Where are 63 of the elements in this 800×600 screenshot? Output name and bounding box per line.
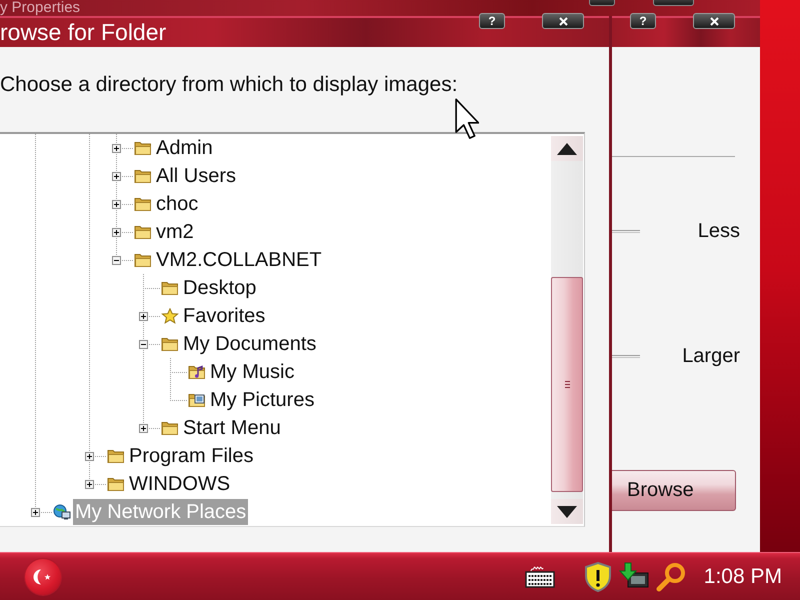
- expand-toggle[interactable]: [139, 340, 148, 348]
- tree-item[interactable]: Admin: [154, 135, 215, 161]
- tree-item[interactable]: choc: [154, 191, 200, 217]
- scroll-up-button[interactable]: [551, 136, 583, 161]
- close-button[interactable]: [693, 13, 735, 29]
- help-button[interactable]: ?: [479, 13, 505, 29]
- prompt-text: Choose a directory from which to display images:: [0, 73, 458, 97]
- expand-toggle[interactable]: [112, 200, 121, 208]
- expand-toggle[interactable]: [139, 424, 148, 432]
- folder-icon: [134, 224, 152, 240]
- search-icon[interactable]: [654, 560, 687, 592]
- tree-item[interactable]: WINDOWS: [127, 471, 232, 497]
- folder-icon: [134, 252, 152, 268]
- picture-folder-icon: [188, 392, 206, 408]
- close-icon: [558, 16, 568, 26]
- tree-item[interactable]: All Users: [154, 163, 238, 189]
- tree-item[interactable]: My Pictures: [208, 387, 316, 413]
- tree-item[interactable]: vm2: [154, 219, 196, 245]
- expand-toggle[interactable]: [31, 508, 40, 516]
- network-globe-icon: [53, 504, 71, 520]
- tree-item[interactable]: My Documents: [181, 331, 318, 357]
- triangle-down-icon: [556, 504, 578, 518]
- grip-icon: [564, 381, 570, 388]
- scrollbar[interactable]: [551, 136, 583, 524]
- triangle-up-icon: [556, 142, 578, 156]
- tree-item[interactable]: Desktop: [181, 275, 258, 301]
- folder-icon: [161, 336, 179, 352]
- expand-toggle[interactable]: [112, 228, 121, 236]
- tree-item[interactable]: My Music: [208, 359, 296, 385]
- folder-icon: [107, 448, 125, 464]
- expand-toggle[interactable]: [112, 144, 121, 152]
- folder-icon: [134, 140, 152, 156]
- music-folder-icon: [188, 364, 206, 380]
- browse-button[interactable]: Browse: [612, 470, 736, 511]
- tree-item[interactable]: VM2.COLLABNET: [154, 247, 324, 273]
- folder-icon: [161, 420, 179, 436]
- folder-icon: [134, 168, 152, 184]
- help-button[interactable]: ?: [630, 13, 656, 29]
- clock: 1:08 PM: [704, 564, 782, 588]
- close-icon: [710, 16, 718, 26]
- window-title: y Properties: [0, 0, 80, 16]
- expand-toggle[interactable]: [85, 452, 94, 460]
- tree-item[interactable]: Program Files: [127, 443, 256, 469]
- expand-toggle[interactable]: [85, 480, 94, 488]
- folder-icon: [161, 280, 179, 296]
- scale-label: Less: [698, 219, 741, 243]
- shield-warning-icon[interactable]: [584, 562, 612, 592]
- expand-toggle[interactable]: [112, 256, 121, 264]
- help-button[interactable]: [589, 0, 615, 6]
- tree-item[interactable]: Start Menu: [181, 415, 283, 441]
- star-icon: [161, 308, 179, 324]
- start-button[interactable]: [25, 558, 61, 594]
- tree-item[interactable]: Favorites: [181, 303, 268, 329]
- scale-label: Larger: [682, 344, 741, 368]
- expand-toggle[interactable]: [139, 312, 148, 320]
- scrollbar-thumb[interactable]: [551, 277, 583, 492]
- folder-icon: [134, 196, 152, 212]
- folder-icon: [107, 476, 125, 492]
- window-title: rowse for Folder: [0, 18, 166, 46]
- close-button[interactable]: [542, 13, 584, 29]
- scroll-down-button[interactable]: [551, 499, 583, 524]
- expand-toggle[interactable]: [112, 172, 121, 180]
- keyboard-icon[interactable]: [524, 566, 555, 588]
